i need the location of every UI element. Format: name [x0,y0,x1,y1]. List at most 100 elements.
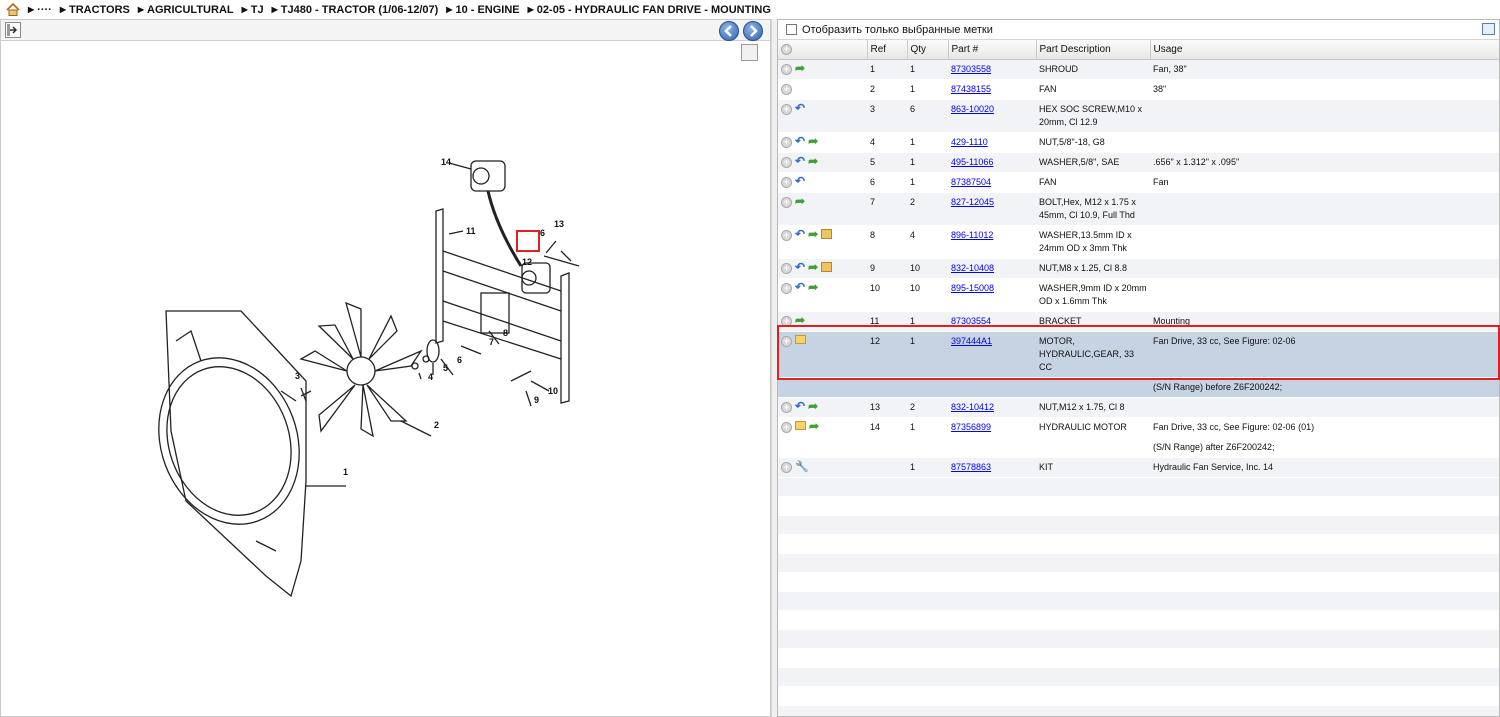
next-page-button[interactable] [743,21,763,41]
part-number-link[interactable]: 895-15008 [951,283,994,293]
arrow-right-icon[interactable]: ➦ [795,195,805,208]
folder-icon[interactable] [795,334,806,344]
callout-5[interactable]: 5 [443,363,448,373]
part-number-link[interactable]: 87356899 [951,422,991,432]
table-row[interactable]: + ↶ ➦ 4 1 429-1110 NUT,5/8"-18, G8 [778,132,1499,153]
expand-row-icon[interactable]: + [781,196,792,208]
arrow-left-icon[interactable]: ↶ [795,135,805,148]
expand-row-icon[interactable]: + [781,401,792,413]
expand-row-icon[interactable]: + [781,103,792,115]
expand-row-icon[interactable]: + [781,315,792,327]
breadcrumb-item-engine[interactable]: ▶ 10 - ENGINE [446,4,519,16]
table-row[interactable]: + ↶ ➦ 13 2 832-10412 NUT,M12 x 1.75, Cl 8 [778,397,1499,418]
part-number-link[interactable]: 896-11012 [951,230,993,240]
arrow-right-icon[interactable]: ➦ [808,281,818,294]
folder-icon[interactable] [795,420,806,430]
arrow-left-icon[interactable]: ↶ [795,175,805,188]
expand-row-icon[interactable]: + [781,176,792,188]
show-selected-checkbox[interactable] [786,24,797,35]
breadcrumb-item-0[interactable]: ▶ ···· [28,4,52,16]
callout-7[interactable]: 7 [489,337,494,347]
breadcrumb-item-model[interactable]: ▶ TJ480 - TRACTOR (1/06-12/07) [272,4,439,16]
callout-2[interactable]: 2 [434,420,439,430]
part-number-link[interactable]: 87578863 [951,462,991,472]
arrow-left-icon[interactable]: ↶ [795,102,805,115]
arrow-right-icon[interactable]: ➦ [808,228,818,241]
parts-diagram[interactable]: 14 11 12 6 13 3 4 5 6 7 8 9 10 2 1 [1,41,770,717]
breadcrumb-item-agricultural[interactable]: ▶ AGRICULTURAL [138,4,234,16]
part-number-link[interactable]: 397444A1 [951,336,992,346]
expand-row-icon[interactable]: + [781,421,792,433]
table-row[interactable]: + ↶ ➦ 10 10 895-15008 WASHER,9mm ID x 20mm OD … [778,278,1499,312]
arrow-left-icon[interactable]: ↶ [795,281,805,294]
part-number-link[interactable]: 863-10020 [951,104,994,114]
breadcrumb-item-section[interactable]: ▶ 02-05 - HYDRAULIC FAN DRIVE - MOUNTING [528,4,771,16]
callout-8[interactable]: 8 [503,328,508,338]
expand-all-header[interactable]: + [778,40,868,60]
expand-row-icon[interactable]: + [781,229,792,241]
part-number-link[interactable]: 429-1110 [951,137,988,147]
part-number-link[interactable]: 832-10412 [951,402,994,412]
callout-13[interactable]: 13 [554,219,564,229]
table-row[interactable]: +2 1 87438155 FAN 38" [778,79,1499,100]
part-number-link[interactable]: 87303558 [951,64,991,74]
part-number-link[interactable]: 87438155 [951,84,991,94]
callout-9[interactable]: 9 [534,395,539,405]
table-row[interactable]: + ➦ 1 1 87303558 SHROUD Fan, 38" [778,59,1499,80]
expand-row-icon[interactable]: + [781,136,792,148]
table-row[interactable]: + ↶ ➦ 8 4 896-11012 WASHER,13.5mm ID x 24mm OD… [778,225,1499,259]
arrow-right-icon[interactable]: ➦ [809,420,819,433]
callout-10[interactable]: 10 [548,386,558,396]
expand-row-icon[interactable]: + [781,262,792,274]
callout-4[interactable]: 4 [428,372,433,382]
table-row[interactable]: + ➦ 14 1 87356899 HYDRAULIC MOTOR Fan Drive, 3… [778,417,1499,438]
arrow-right-icon[interactable]: ➦ [808,155,818,168]
previous-page-button[interactable] [719,21,739,41]
part-number-link[interactable]: 827-12045 [951,197,994,207]
part-number-link[interactable]: 832-10408 [951,263,994,273]
callout-6-upper[interactable]: 6 [540,228,545,238]
box-icon[interactable] [821,261,833,272]
expand-row-icon[interactable]: + [781,282,792,294]
arrow-right-icon[interactable]: ➦ [795,314,805,327]
arrow-left-icon[interactable]: ↶ [795,228,805,241]
column-header-usage[interactable]: Usage [1150,40,1499,60]
expand-all-icon[interactable]: + [781,43,792,55]
table-row[interactable]: + ➦ 7 2 827-12045 BOLT,Hex, M12 x 1.75 x 45mm… [778,192,1499,226]
exit-view-button[interactable] [5,22,21,38]
arrow-right-icon[interactable]: ➦ [795,62,805,75]
table-row[interactable]: + ↶ ➦ 9 10 832-10408 NUT,M8 x 1.25, Cl 8.8 [778,258,1499,279]
table-row[interactable]: + ↶ 6 1 87387504 FAN Fan [778,172,1499,193]
table-row[interactable]: +12 1 397444A1 MOTOR, HYDRAULIC,GEAR, 33 CC… [778,331,1499,378]
callout-11[interactable]: 11 [466,226,476,236]
list-view-icon[interactable] [1482,23,1495,35]
expand-row-icon[interactable]: + [781,63,792,75]
table-row[interactable]: + ↶ 3 6 863-10020 HEX SOC SCREW,M10 x 20mm, C… [778,99,1499,133]
callout-14[interactable]: 14 [441,157,451,167]
callout-1[interactable]: 1 [343,467,348,477]
arrow-right-icon[interactable]: ➦ [808,261,818,274]
expand-row-icon[interactable]: + [781,83,792,95]
box-icon[interactable] [821,228,833,239]
table-row-continuation[interactable]: (S/N Range) after Z6F200242; [778,437,1499,458]
callout-12[interactable]: 12 [522,257,532,267]
breadcrumb-item-tj[interactable]: ▶ TJ [242,4,264,16]
expand-row-icon[interactable]: + [781,156,792,168]
table-row[interactable]: + 🔧 1 87578863 KIT Hydraulic Fan Service, Inc… [778,457,1499,478]
callout-6[interactable]: 6 [457,355,462,365]
expand-row-icon[interactable]: + [781,335,792,347]
wrench-icon[interactable]: 🔧 [795,461,809,473]
expand-row-icon[interactable]: + [781,461,792,473]
arrow-right-icon[interactable]: ➦ [808,400,818,413]
table-row[interactable]: + ➦ 11 1 87303554 BRACKET Mounting [778,311,1499,332]
breadcrumb-item-tractors[interactable]: ▶ TRACTORS [60,4,130,16]
column-header-qty[interactable]: Qty [907,40,949,60]
arrow-left-icon[interactable]: ↶ [795,261,805,274]
arrow-right-icon[interactable]: ➦ [808,135,818,148]
column-header-part[interactable]: Part # [948,40,1037,60]
table-row[interactable]: + ↶ ➦ 5 1 495-11066 WASHER,5/8", SAE .656" x 1.… [778,152,1499,173]
part-number-link[interactable]: 495-11066 [951,157,993,167]
arrow-left-icon[interactable]: ↶ [795,400,805,413]
arrow-left-icon[interactable]: ↶ [795,155,805,168]
part-number-link[interactable]: 87387504 [951,177,991,187]
